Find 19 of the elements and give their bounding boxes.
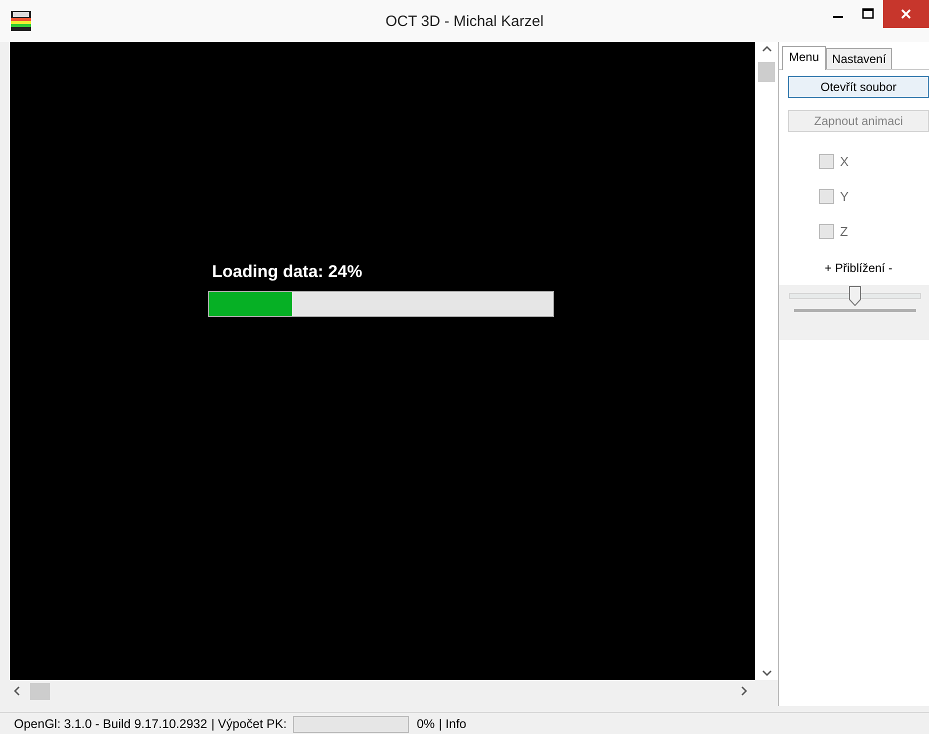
- info-link[interactable]: | Info: [438, 717, 466, 731]
- checkbox-label: Y: [840, 189, 849, 204]
- opengl-version: OpenGl: 3.1.0 - Build 9.17.10.2932: [14, 717, 208, 731]
- action-button[interactable]: Otevřít soubor: [788, 76, 929, 98]
- slider-thumb[interactable]: [849, 286, 861, 306]
- scroll-thumb[interactable]: [758, 62, 775, 82]
- window-title: OCT 3D - Michal Karzel: [385, 13, 544, 30]
- zoom-slider[interactable]: [779, 285, 929, 340]
- app-icon: [11, 11, 31, 31]
- checkbox-label: X: [840, 154, 849, 169]
- tab[interactable]: Menu: [782, 46, 826, 70]
- close-icon[interactable]: [883, 0, 929, 28]
- scroll-thumb[interactable]: [30, 682, 50, 700]
- checkbox-label: Z: [840, 224, 848, 239]
- calc-percent: 0%: [416, 717, 435, 731]
- zoom-label: + Přiblížení -: [824, 261, 892, 275]
- tab[interactable]: Nastavení: [826, 48, 892, 69]
- calc-label: | Výpočet PK:: [211, 717, 287, 731]
- loading-text: Loading data: 24%: [212, 262, 362, 282]
